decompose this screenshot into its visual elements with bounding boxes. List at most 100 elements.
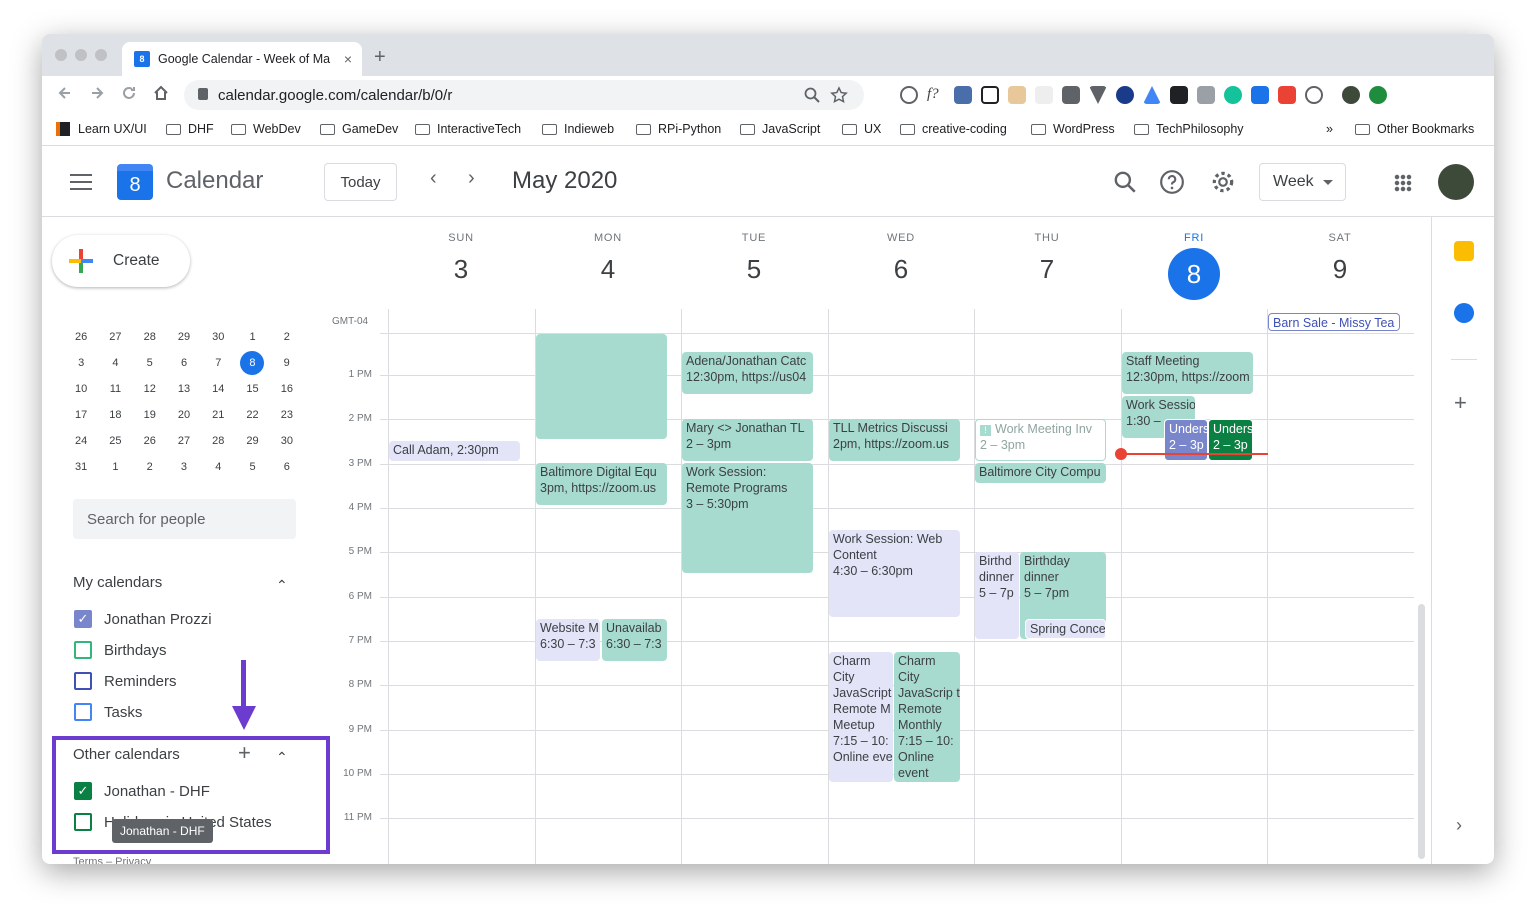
keep-icon[interactable]: [1454, 241, 1474, 261]
mini-calendar-day[interactable]: 2: [133, 461, 167, 473]
calendar-item-tasks[interactable]: Tasks: [74, 702, 142, 722]
bookmark-folder[interactable]: WordPress: [1031, 122, 1115, 136]
mini-calendar-day[interactable]: 13: [167, 383, 201, 395]
day-header-thu[interactable]: THU 7: [974, 232, 1120, 285]
mini-calendar-day[interactable]: 5: [133, 357, 167, 369]
my-calendars-heading[interactable]: My calendars: [73, 574, 162, 591]
view-selector[interactable]: Week: [1259, 163, 1346, 201]
extension-pen-icon[interactable]: [954, 86, 972, 104]
bookmark-folder[interactable]: TechPhilosophy: [1134, 122, 1244, 136]
add-calendar-icon[interactable]: +: [238, 740, 251, 766]
day-date[interactable]: 6: [828, 254, 974, 285]
event-monday-block[interactable]: [536, 334, 667, 439]
mini-calendar-day[interactable]: 31: [64, 461, 98, 473]
day-date[interactable]: 7: [974, 254, 1120, 285]
maximize-window-dot[interactable]: [95, 49, 107, 61]
event-work-meeting-invite[interactable]: ! Work Meeting Inv 2 – 3pm: [975, 419, 1106, 461]
calendar-item-reminders[interactable]: Reminders: [74, 671, 177, 691]
settings-gear-icon[interactable]: [1210, 169, 1236, 195]
mini-calendar-day[interactable]: 25: [98, 435, 132, 447]
close-tab-icon[interactable]: ×: [344, 51, 352, 67]
extension-circle-icon[interactable]: [1305, 86, 1323, 104]
day-date[interactable]: 8: [1168, 248, 1220, 300]
event-birthday-dinner-1[interactable]: Birthd dinner 5 – 7p: [975, 552, 1019, 639]
collapse-other-calendars-icon[interactable]: ⌃: [276, 749, 288, 766]
mini-calendar-day[interactable]: 27: [167, 435, 201, 447]
extension-triangle-icon[interactable]: [1143, 86, 1161, 104]
terms-privacy-link[interactable]: Terms – Privacy: [73, 856, 151, 864]
mini-calendar-day[interactable]: 27: [98, 331, 132, 343]
mini-calendar-day[interactable]: 6: [270, 461, 304, 473]
day-date[interactable]: 5: [681, 254, 827, 285]
update-icon[interactable]: [1369, 86, 1387, 104]
mini-calendar-day[interactable]: 29: [235, 435, 269, 447]
more-bookmarks-icon[interactable]: »: [1326, 122, 1333, 136]
search-people-input[interactable]: Search for people: [73, 499, 296, 539]
collapse-my-calendars-icon[interactable]: ⌃: [276, 577, 288, 594]
extension-vue-icon[interactable]: [1089, 86, 1107, 104]
zoom-icon[interactable]: [804, 87, 820, 103]
extension-info-icon[interactable]: [900, 86, 918, 104]
help-icon[interactable]: [1159, 169, 1185, 195]
mini-calendar-day[interactable]: 16: [270, 383, 304, 395]
expand-panel-icon[interactable]: ›: [1456, 815, 1462, 836]
mini-calendar-day[interactable]: 26: [64, 331, 98, 343]
add-addon-icon[interactable]: +: [1454, 390, 1467, 416]
extension-notion-icon[interactable]: [981, 86, 999, 104]
extension-grammarly-icon[interactable]: [1224, 86, 1242, 104]
other-calendars-heading[interactable]: Other calendars: [73, 746, 180, 763]
event-tll-metrics[interactable]: TLL Metrics Discussi 2pm, https://zoom.us: [829, 419, 960, 461]
mini-calendar-day[interactable]: 2: [270, 331, 304, 343]
bookmark-folder[interactable]: InteractiveTech: [415, 122, 521, 136]
grid-scrollbar[interactable]: [1418, 604, 1425, 859]
mini-calendar-day[interactable]: 23: [270, 409, 304, 421]
bookmark-folder[interactable]: GameDev: [320, 122, 398, 136]
next-week-icon[interactable]: ›: [468, 167, 475, 190]
bookmark-folder[interactable]: Indieweb: [542, 122, 614, 136]
extension-heart-icon[interactable]: [1116, 86, 1134, 104]
today-button[interactable]: Today: [324, 163, 397, 201]
event-baltimore-digital[interactable]: Baltimore Digital Equ 3pm, https://zoom.u…: [536, 463, 667, 505]
mini-calendar-day[interactable]: 3: [64, 357, 98, 369]
mini-calendar-day[interactable]: 1: [98, 461, 132, 473]
event-spring-concert[interactable]: Spring Conce: [1025, 619, 1106, 639]
event-staff-meeting[interactable]: Staff Meeting 12:30pm, https://zoom: [1122, 352, 1253, 394]
other-bookmarks[interactable]: Other Bookmarks: [1355, 122, 1474, 136]
mini-calendar-day[interactable]: 30: [201, 331, 235, 343]
reload-icon[interactable]: [120, 84, 138, 102]
calendar-item-birthdays[interactable]: Birthdays: [74, 640, 167, 660]
mini-calendar-day[interactable]: 18: [98, 409, 132, 421]
browser-tab[interactable]: 8 Google Calendar - Week of Ma ×: [122, 42, 362, 76]
calendar-item-jonathan-prozzi[interactable]: ✓ Jonathan Prozzi: [74, 609, 212, 629]
mini-calendar-day[interactable]: 9: [269, 357, 303, 369]
day-date[interactable]: 3: [388, 254, 534, 285]
checkbox-unchecked-icon[interactable]: [74, 703, 92, 721]
extension-s-icon[interactable]: [1251, 86, 1269, 104]
mini-calendar-day[interactable]: 17: [64, 409, 98, 421]
mini-calendar-day[interactable]: 20: [167, 409, 201, 421]
create-button[interactable]: Create: [52, 235, 190, 287]
event-barn-sale[interactable]: Barn Sale - Missy Tea: [1268, 313, 1400, 331]
event-work-session-remote[interactable]: Work Session: Remote Programs 3 – 5:30pm: [682, 463, 813, 573]
extension-camera-icon[interactable]: [1170, 86, 1188, 104]
mini-calendar-day[interactable]: 15: [235, 383, 269, 395]
event-charm-city-meetup[interactable]: Charm City JavaScript Remote M Meetup 7:1…: [829, 652, 893, 782]
mini-calendar-day[interactable]: 28: [133, 331, 167, 343]
day-header-sun[interactable]: SUN 3: [388, 232, 534, 285]
mini-calendar-day[interactable]: 30: [270, 435, 304, 447]
bookmark-folder[interactable]: WebDev: [231, 122, 301, 136]
mini-calendar-day[interactable]: 3: [167, 461, 201, 473]
mini-calendar-day[interactable]: 4: [201, 461, 235, 473]
address-bar[interactable]: calendar.google.com/calendar/b/0/r: [184, 80, 864, 110]
mini-calendar-day[interactable]: 19: [133, 409, 167, 421]
event-baltimore-city[interactable]: Baltimore City Compu: [975, 463, 1106, 483]
checkbox-unchecked-icon[interactable]: [74, 641, 92, 659]
checkbox-checked-icon[interactable]: ✓: [74, 610, 92, 628]
mini-calendar-day[interactable]: 21: [201, 409, 235, 421]
mini-calendar-day[interactable]: 24: [64, 435, 98, 447]
bookmark-folder[interactable]: UX: [842, 122, 881, 136]
bookmark-item[interactable]: Learn UX/UI: [56, 122, 147, 136]
day-header-mon[interactable]: MON 4: [535, 232, 681, 285]
mini-calendar-day[interactable]: 22: [235, 409, 269, 421]
event-unavailable[interactable]: Unavailab 6:30 – 7:3: [602, 619, 667, 661]
